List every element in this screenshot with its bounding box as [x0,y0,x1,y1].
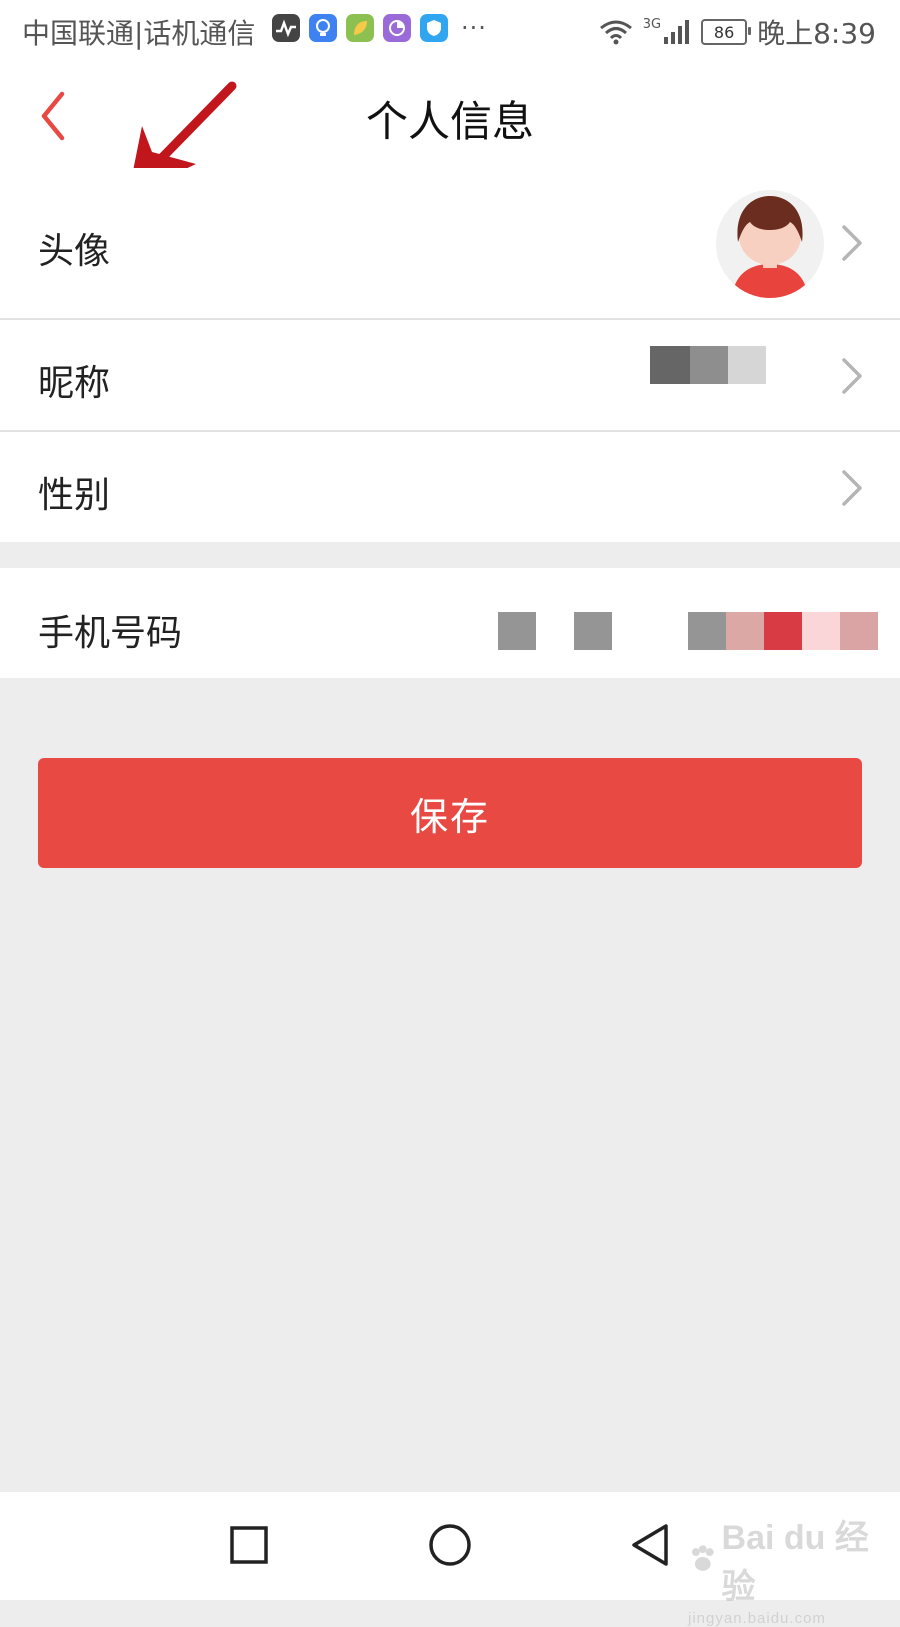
activity-monitor-icon [272,14,300,42]
lightbulb-app-icon [309,14,337,42]
chevron-right-icon [842,225,862,261]
recent-apps-square-icon[interactable] [224,1520,274,1570]
system-nav-bar: Bai du 经验 jingyan.baidu.com [0,1492,900,1627]
nickname-row[interactable]: 昵称 [0,320,900,432]
leaf-app-icon [346,14,374,42]
chevron-right-icon [842,358,862,394]
wifi-icon [599,20,632,45]
phone-row: 手机号码 [0,568,900,678]
clock: 晚上8:39 [757,17,876,50]
avatar-label: 头像 [38,231,111,272]
home-circle-icon[interactable] [425,1520,475,1570]
phone-label: 手机号码 [38,613,183,654]
nickname-label: 昵称 [38,363,111,404]
status-indicators: 3G 86 晚上8:39 [599,12,876,52]
battery-icon: 86 [701,19,752,45]
chart-app-icon [383,14,411,42]
header-bar: 个人信息 [0,62,900,170]
signal-strength-icon [664,20,690,44]
gender-row[interactable]: 性别 [0,432,900,542]
paw-icon [691,1545,714,1571]
gender-label: 性别 [38,475,111,516]
avatar-row[interactable]: 头像 [0,168,900,320]
carrier-label: 中国联通|话机通信 [22,17,256,50]
baidu-jingyan-watermark: Bai du 经验 jingyan.baidu.com [688,1510,900,1627]
shield-app-icon [420,14,448,42]
network-type-label: 3G [642,16,662,32]
status-bar: 中国联通|话机通信 ··· 3G 86 晚上8:39 [0,0,900,62]
watermark-url: jingyan.baidu.com [688,1610,826,1627]
page-title: 个人信息 [365,97,534,146]
nickname-value-redacted [650,346,766,384]
notification-icons: ··· [272,14,487,42]
save-button[interactable]: 保存 [38,758,862,868]
phone-value-redacted [498,612,878,650]
battery-level: 86 [713,22,735,42]
avatar[interactable] [716,190,824,298]
chevron-right-icon [842,470,862,506]
back-triangle-icon[interactable] [626,1520,676,1570]
watermark-brand: Bai du 经验 [721,1519,869,1606]
more-notifications-icon: ··· [461,14,487,42]
default-avatar-icon [732,196,808,298]
